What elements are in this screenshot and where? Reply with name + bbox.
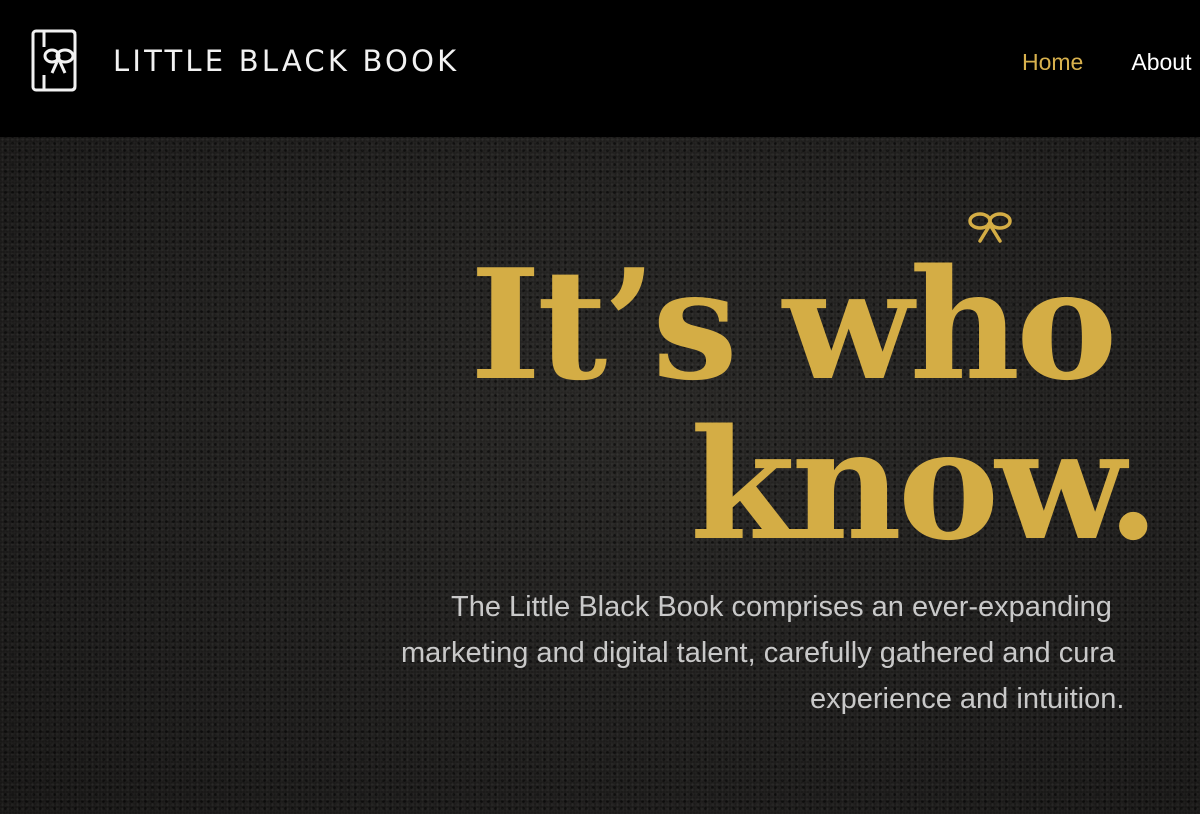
hero-headline-line1: It’s who <box>470 235 1117 414</box>
logo-link[interactable]: LITTLE BLACK BOOK <box>31 29 459 92</box>
nav-item-home[interactable]: Home <box>1022 48 1083 76</box>
hero-headline-line2: know. <box>690 395 1160 574</box>
hero-tagline-line1: The Little Black Book comprises an ever-… <box>451 591 1112 623</box>
book-with-bow-icon <box>31 29 77 92</box>
nav-item-about[interactable]: About <box>1131 48 1191 76</box>
hero-tagline-line3: experience and intuition. <box>810 683 1125 715</box>
hero-tagline-line2: marketing and digital talent, carefully … <box>401 637 1116 669</box>
page: LITTLE BLACK BOOK Home About It’s who kn… <box>0 0 1200 814</box>
brand-name: LITTLE BLACK BOOK <box>113 44 460 78</box>
main-nav: Home About <box>1022 48 1191 76</box>
hero-section: It’s who know. The Little Black Book com… <box>0 137 1200 814</box>
site-header: LITTLE BLACK BOOK Home About <box>0 0 1200 137</box>
